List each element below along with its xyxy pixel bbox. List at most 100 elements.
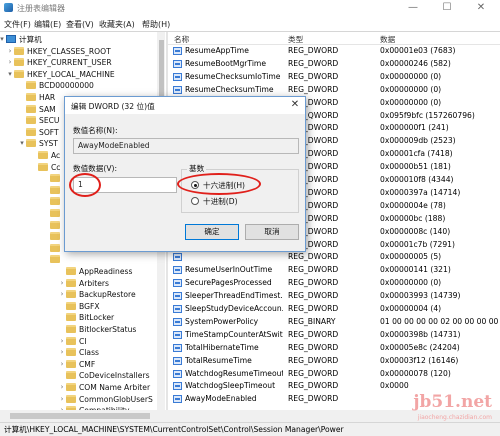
minimize-button[interactable]: —	[398, 0, 428, 16]
table-row[interactable]: TotalResumeTime REG_DWORD 0x00003f12 (1614…	[168, 355, 500, 367]
tree-item[interactable]: ▾ 计算机	[0, 34, 156, 45]
decimal-radio[interactable]	[191, 197, 199, 205]
value-name-field: AwayModeEnabled	[73, 138, 299, 154]
expand-toggle-icon[interactable]	[42, 196, 50, 207]
expand-toggle-icon[interactable]: ▾	[6, 69, 14, 80]
expand-toggle-icon[interactable]	[58, 266, 66, 277]
folder-icon	[26, 139, 36, 148]
tree-item[interactable]: › BackupRestore	[0, 289, 156, 300]
expand-toggle-icon[interactable]: ▾	[18, 138, 26, 149]
expand-toggle-icon[interactable]: ›	[58, 336, 66, 347]
expand-toggle-icon[interactable]	[58, 370, 66, 381]
value-type: REG_DWORD	[288, 46, 339, 55]
registry-value-icon	[173, 343, 182, 352]
tree-item[interactable]: › COM Name Arbiter	[0, 382, 156, 393]
tree-item[interactable]: › CMF	[0, 359, 156, 370]
tree-item[interactable]: › Arbiters	[0, 278, 156, 289]
expand-toggle-icon[interactable]: ›	[58, 359, 66, 370]
expand-toggle-icon[interactable]: ›	[6, 46, 14, 57]
expand-toggle-icon[interactable]	[42, 208, 50, 219]
tree-item-label: Cc	[51, 162, 61, 172]
cancel-button[interactable]: 取消	[245, 224, 299, 240]
table-row[interactable]: TimeStampCounterAtSwit... REG_DWORD 0x0000…	[168, 329, 500, 341]
expand-toggle-icon[interactable]	[18, 92, 26, 103]
column-name[interactable]: 名称	[174, 34, 189, 45]
value-name: TotalResumeTime	[185, 355, 252, 365]
tree-item[interactable]: CoDeviceInstallers	[0, 370, 156, 381]
menu-file[interactable]: 文件(F)	[4, 19, 31, 30]
table-row[interactable]: REG_DWORD 0x00000005 (5)	[168, 251, 500, 263]
expand-toggle-icon[interactable]: ›	[58, 278, 66, 289]
ok-button[interactable]: 确定	[185, 224, 239, 240]
value-type: REG_DWORD	[288, 252, 339, 262]
expand-toggle-icon[interactable]: ›	[58, 289, 66, 300]
table-row[interactable]: ResumeChecksumIoTime REG_DWORD 0x00000000 …	[168, 71, 500, 83]
expand-toggle-icon[interactable]	[42, 254, 50, 265]
tree-item[interactable]: › HKEY_CLASSES_ROOT	[0, 46, 156, 57]
table-row[interactable]: SecurePagesProcessed REG_DWORD 0x00000000 …	[168, 277, 500, 289]
menu-view[interactable]: 查看(V)	[66, 19, 94, 30]
expand-toggle-icon[interactable]: ›	[58, 382, 66, 393]
table-row[interactable]: ResumeAppTime REG_DWORD 0x00001e03 (7683)	[168, 45, 500, 57]
tree-item[interactable]	[0, 254, 156, 265]
table-row[interactable]: WatchdogResumeTimeout REG_DWORD 0x00000078…	[168, 368, 500, 380]
column-data[interactable]: 数据	[380, 34, 395, 45]
tree-item[interactable]: BCD00000000	[0, 80, 156, 91]
tree-item[interactable]: › HKEY_CURRENT_USER	[0, 57, 156, 68]
table-row[interactable]: ResumeUserInOutTime REG_DWORD 0x00000141 (…	[168, 264, 500, 276]
value-type: REG_DWORD	[288, 342, 339, 352]
table-row[interactable]: WatchdogSleepTimeout REG_DWORD 0x0000	[168, 380, 500, 392]
menu-help[interactable]: 帮助(H)	[142, 19, 170, 30]
expand-toggle-icon[interactable]	[42, 243, 50, 254]
expand-toggle-icon[interactable]	[42, 220, 50, 231]
expand-toggle-icon[interactable]: ›	[58, 394, 66, 405]
tree-item[interactable]: ▾ HKEY_LOCAL_MACHINE	[0, 69, 156, 80]
value-name: SleepStudyDeviceAccoun...	[185, 304, 283, 313]
dialog-close-icon[interactable]: ✕	[289, 99, 301, 111]
expand-toggle-icon[interactable]: ›	[58, 347, 66, 358]
tree-item[interactable]: › CI	[0, 336, 156, 347]
tree-item[interactable]: › CommonGlobUserS	[0, 394, 156, 405]
menu-favorites[interactable]: 收藏夹(A)	[99, 19, 135, 30]
registry-value-icon	[173, 317, 182, 326]
horizontal-scrollbar-thumb[interactable]	[10, 413, 150, 419]
folder-icon	[50, 243, 60, 252]
close-button[interactable]: ✕	[466, 0, 496, 16]
tree-item[interactable]: BitLocker	[0, 312, 156, 323]
expand-toggle-icon[interactable]	[18, 127, 26, 138]
tree-item[interactable]: BGFX	[0, 301, 156, 312]
column-type[interactable]: 类型	[288, 34, 303, 45]
tree-item[interactable]: BitlockerStatus	[0, 324, 156, 335]
tree-item-label: BCD00000000	[39, 81, 94, 91]
expand-toggle-icon[interactable]	[30, 150, 38, 161]
folder-icon	[66, 336, 76, 345]
tree-item[interactable]: AppReadiness	[0, 266, 156, 277]
value-type: REG_DWORD	[288, 381, 339, 391]
expand-toggle-icon[interactable]	[18, 104, 26, 115]
tree-item[interactable]: › Class	[0, 347, 156, 358]
table-row[interactable]: TotalHibernateTime REG_DWORD 0x00005e8c (2…	[168, 342, 500, 354]
table-row[interactable]: SystemPowerPolicy REG_BINARY 01 00 00 00 0…	[168, 316, 500, 328]
expand-toggle-icon[interactable]	[42, 231, 50, 242]
table-row[interactable]: SleepStudyDeviceAccoun... REG_DWORD 0x0000…	[168, 303, 500, 315]
expand-toggle-icon[interactable]	[30, 162, 38, 173]
maximize-button[interactable]: ☐	[432, 0, 462, 16]
registry-value-icon	[173, 279, 182, 288]
menu-edit[interactable]: 编辑(E)	[34, 19, 61, 30]
expand-toggle-icon[interactable]	[18, 115, 26, 126]
expand-toggle-icon[interactable]	[42, 173, 50, 184]
value-name: TotalHibernateTime	[185, 342, 259, 352]
decimal-radio-label[interactable]: 十进制(D)	[203, 196, 238, 207]
table-row[interactable]: ResumeBootMgrTime REG_DWORD 0x00000246 (58…	[168, 58, 500, 70]
table-row[interactable]: ResumeChecksumTime REG_DWORD 0x00000000 (0…	[168, 84, 500, 96]
expand-toggle-icon[interactable]	[58, 312, 66, 323]
tree-item-label: COM Name Arbiter	[79, 383, 151, 392]
expand-toggle-icon[interactable]	[42, 185, 50, 196]
expand-toggle-icon[interactable]: ›	[6, 57, 14, 68]
expand-toggle-icon[interactable]	[58, 301, 66, 312]
folder-icon	[66, 348, 76, 357]
expand-toggle-icon[interactable]	[18, 80, 26, 91]
expand-toggle-icon[interactable]	[58, 324, 66, 335]
table-row[interactable]: SleeperThreadEndTimest... REG_DWORD 0x0000…	[168, 290, 500, 302]
registry-value-icon	[173, 59, 182, 68]
